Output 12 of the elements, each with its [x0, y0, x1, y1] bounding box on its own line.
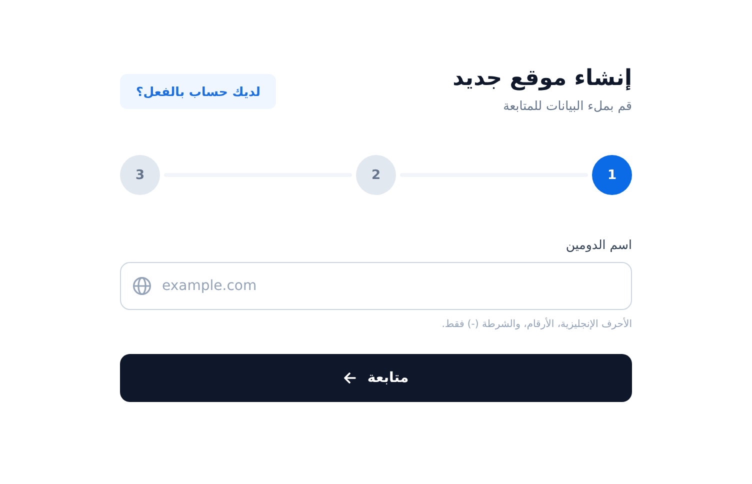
- step-circle[interactable]: 3: [120, 155, 160, 195]
- field-hint: الأحرف الإنجليزية، الأرقام، والشرطة (-) فقط.: [442, 319, 632, 330]
- domain-input-field[interactable]: example.com: [120, 262, 632, 310]
- globe-icon: [132, 276, 152, 296]
- continue-button[interactable]: متابعة: [120, 354, 632, 402]
- login-link[interactable]: لديك حساب بالفعل؟: [120, 74, 276, 109]
- arrow-left-icon: [343, 371, 358, 385]
- page-subtitle: قم بملء البيانات للمتابعة: [502, 98, 632, 113]
- field-label: اسم الدومين: [566, 237, 632, 252]
- step-circle[interactable]: 1: [592, 155, 632, 195]
- step-circle[interactable]: 2: [356, 155, 396, 195]
- page-title: إنشاء موقع جديد: [452, 65, 632, 93]
